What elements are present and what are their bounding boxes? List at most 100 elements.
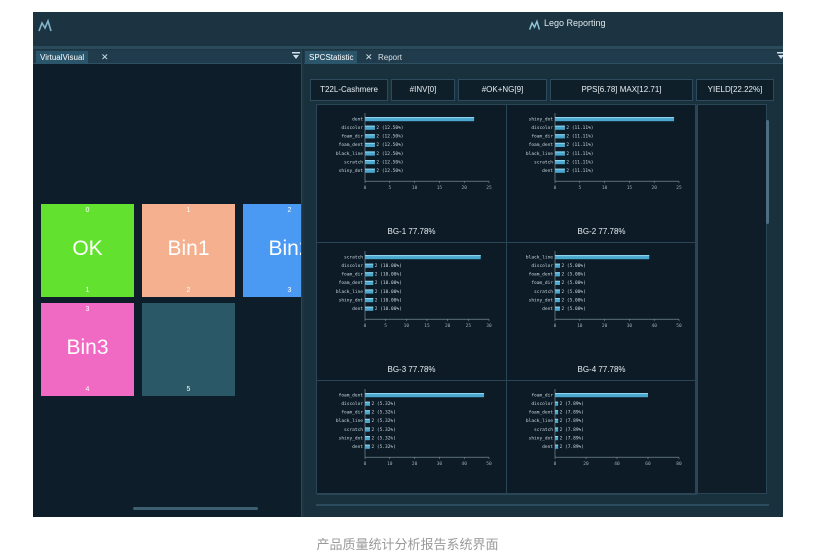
bin-index-bottom: 3 <box>287 287 292 294</box>
tab-virtualvisual[interactable]: VirtualVisual <box>36 51 89 64</box>
category-label: discolor <box>531 263 553 269</box>
bar-value-label: 2 (5.32%) <box>371 401 395 407</box>
bar-highlight <box>555 427 559 429</box>
pin-dropdown-icon[interactable] <box>292 52 300 61</box>
bar-value-label: 2 (12.50%) <box>376 134 403 140</box>
bin-index-bottom: 1 <box>85 287 90 294</box>
x-tick-label: 5 <box>578 185 581 191</box>
bar-highlight <box>365 168 375 170</box>
category-label: shiny_dot <box>339 297 364 303</box>
bar-value-label: 2 (10.00%) <box>375 272 402 278</box>
title-separator <box>33 46 783 49</box>
bar-value-label: 2 (7.89%) <box>560 418 584 424</box>
bin-tile-5[interactable]: 5 <box>142 303 235 396</box>
bar-highlight <box>555 142 565 144</box>
x-tick-label: 20 <box>445 323 451 329</box>
x-tick-label: 25 <box>466 323 472 329</box>
bar-highlight <box>365 117 475 119</box>
bar-highlight <box>555 160 565 162</box>
pin-dropdown-icon[interactable] <box>777 52 783 61</box>
bin-label: OK <box>72 237 103 260</box>
category-label: foam_dir <box>531 280 553 286</box>
x-tick-label: 0 <box>364 185 367 191</box>
category-label: foam_dir <box>341 272 363 278</box>
category-label: scratch <box>344 159 363 165</box>
category-label: dent <box>352 116 363 122</box>
bar-value-label: 2 (5.32%) <box>371 427 395 433</box>
bottom-scroll-track[interactable] <box>316 504 769 506</box>
bar-value-label: 2 (12.50%) <box>376 151 403 157</box>
chart-cell-bg4: black_line discolor 2 (5.00%) foam_dent 2 (5… <box>507 243 697 381</box>
bar-highlight <box>555 298 560 300</box>
bar-highlight <box>365 418 370 420</box>
bar-value-label: 2 (10.00%) <box>375 306 402 312</box>
bar-highlight <box>365 255 481 257</box>
tab-spcstatistic[interactable]: SPCStatistic <box>305 51 358 64</box>
x-tick-label: 0 <box>554 461 557 467</box>
chart-cell-bg1: dent discolor 2 (12.50%) foam_dir 2 (12.50%)… <box>317 105 507 243</box>
stat-product-name: T22L-Cashmere <box>310 79 388 101</box>
category-label: foam_dir <box>531 134 553 140</box>
close-tab-icon[interactable]: ✕ <box>101 51 109 64</box>
bin-tile-bin3[interactable]: 3 Bin3 4 <box>41 303 134 396</box>
chart-title: BG-4 77.78% <box>577 365 626 374</box>
window-title: Lego Reporting <box>544 18 606 28</box>
category-label: black_line <box>336 151 363 157</box>
bar-highlight <box>555 289 560 291</box>
bar-highlight <box>555 151 565 153</box>
bin-label: Bin2 <box>268 237 301 260</box>
bar-highlight <box>365 427 370 429</box>
bin-tile-ok[interactable]: 0 OK 1 <box>41 204 134 297</box>
chart-cell-bg3: scratch discolor 2 (10.00%) foam_dir 2 (10.0… <box>317 243 507 381</box>
bar-chart: scratch discolor 2 (10.00%) foam_dir 2 (10.0… <box>336 251 492 329</box>
bar-chart: dent discolor 2 (12.50%) foam_dir 2 (12.50%)… <box>336 113 492 191</box>
title-bar: Lego Reporting <box>33 12 783 46</box>
x-tick-label: 10 <box>577 323 583 329</box>
bar-highlight <box>555 410 559 412</box>
x-tick-label: 25 <box>676 185 682 191</box>
chart-cell-bg5: foam_dent discolor 2 (5.32%) foam_dir 2 (5.3… <box>317 381 507 495</box>
bar-value-label: 2 (12.50%) <box>376 159 403 165</box>
tab-report[interactable]: Report <box>374 51 406 64</box>
category-label: dent <box>542 306 553 312</box>
bar-value-label: 2 (12.50%) <box>376 142 403 148</box>
x-tick-label: 20 <box>583 461 589 467</box>
bar-highlight <box>555 436 559 438</box>
bar-highlight <box>365 306 374 308</box>
chart-title: BG-3 77.78% <box>387 365 436 374</box>
bar-value-label: 2 (5.00%) <box>561 272 585 278</box>
vertical-scrollbar[interactable] <box>766 120 769 224</box>
category-label: black_line <box>526 254 553 260</box>
bin-index-bottom: 5 <box>186 386 191 393</box>
bar-highlight <box>555 255 650 257</box>
bar-highlight <box>555 168 565 170</box>
bar-value-label: 2 (5.00%) <box>561 263 585 269</box>
bar-chart: black_line discolor 2 (5.00%) foam_dent 2 (5… <box>526 251 682 329</box>
bin-tile-bin1[interactable]: 1 Bin1 2 <box>142 204 235 297</box>
category-label: foam_dir <box>341 410 363 416</box>
bar-highlight <box>555 401 559 403</box>
bin-tile-bin2[interactable]: 2 Bin2 3 <box>243 204 301 297</box>
x-tick-label: 80 <box>676 461 682 467</box>
x-tick-label: 0 <box>554 185 557 191</box>
close-tab-icon[interactable]: ✕ <box>365 51 373 64</box>
x-tick-label: 0 <box>364 461 367 467</box>
figure-caption: 产品质量统计分析报告系统界面 <box>316 538 499 553</box>
bar-value-label: 2 (5.00%) <box>561 306 585 312</box>
stat-yield: YIELD[22.22%] <box>696 79 774 101</box>
x-tick-label: 30 <box>627 323 633 329</box>
category-label: scratch <box>534 289 553 295</box>
bar-value-label: 2 (5.32%) <box>371 444 395 450</box>
x-tick-label: 40 <box>614 461 620 467</box>
bar-value-label: 2 (11.11%) <box>566 168 593 174</box>
category-label: foam_dent <box>529 272 554 278</box>
category-label: discolor <box>341 401 363 407</box>
bar-value-label: 2 (7.89%) <box>560 427 584 433</box>
bin-index-top: 2 <box>287 207 292 214</box>
horizontal-scrollbar[interactable] <box>133 507 258 510</box>
bin-grid: 0 OK 1 1 Bin1 2 2 Bin2 3 3 Bin3 4 <box>33 64 301 494</box>
bar-chart: foam_dent discolor 2 (5.32%) foam_dir 2 (5.3… <box>336 389 492 467</box>
chart-title: BG-1 77.78% <box>387 227 436 236</box>
x-tick-label: 40 <box>461 461 467 467</box>
category-label: dent <box>542 168 553 174</box>
